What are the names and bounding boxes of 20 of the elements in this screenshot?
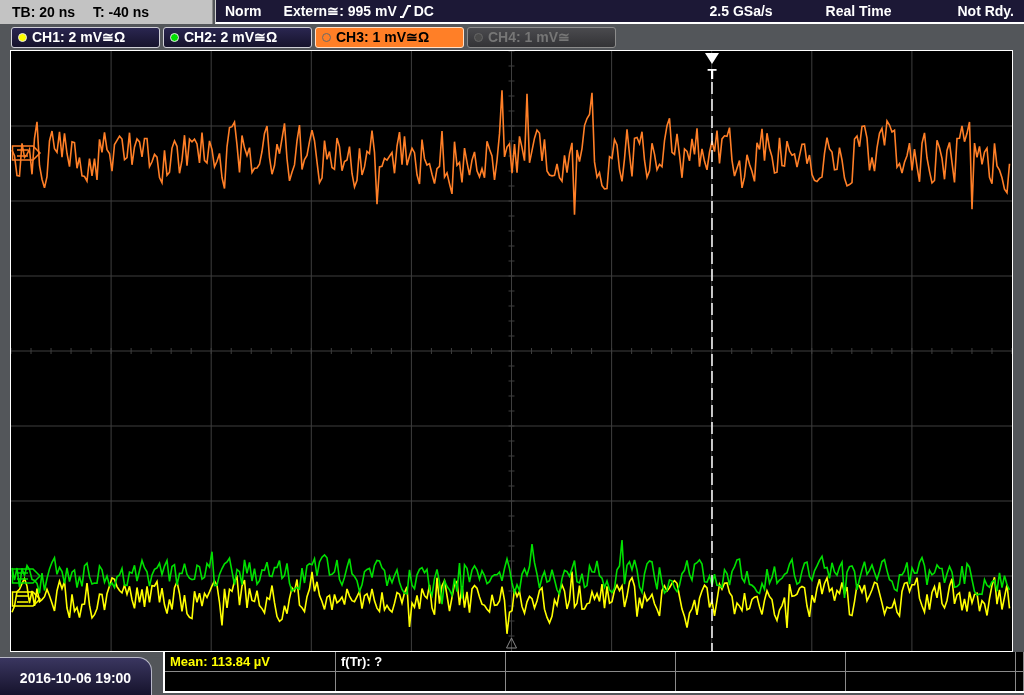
measurement-cell: Mean: 113.84 µV bbox=[165, 652, 336, 672]
date-time-label: 2016-10-06 19:00 bbox=[0, 657, 152, 695]
acquisition-mode-label: Norm bbox=[225, 3, 262, 19]
trigger-coupling-label: DC bbox=[413, 3, 434, 19]
measurement-cell: f(Tr): ? bbox=[336, 652, 506, 672]
horizontal-position-icon bbox=[506, 637, 517, 649]
trigger-label: T bbox=[707, 65, 717, 82]
rising-edge-icon bbox=[399, 4, 411, 18]
timebase-label: TB: 20 ns bbox=[12, 4, 75, 20]
channel-marker-icon[interactable] bbox=[11, 568, 42, 584]
sample-rate-label: 2.5 GSa/s bbox=[709, 3, 773, 19]
trigger-source-label: Extern≅: 995 mV bbox=[283, 3, 397, 19]
acquisition-type-label: Real Time bbox=[825, 3, 892, 19]
trigger-position-icon[interactable] bbox=[705, 53, 719, 64]
channel-tab[interactable]: CH1: 2 mV≅Ω bbox=[11, 26, 160, 48]
channel-tab[interactable]: CH2: 2 mV≅Ω bbox=[163, 26, 312, 48]
channel-marker-icon[interactable] bbox=[11, 145, 42, 161]
trigger-time-label: T: -40 ns bbox=[93, 4, 150, 20]
status-label: Not Rdy. bbox=[957, 3, 1014, 19]
channel-tab[interactable]: CH3: 1 mV≅Ω bbox=[315, 26, 464, 48]
